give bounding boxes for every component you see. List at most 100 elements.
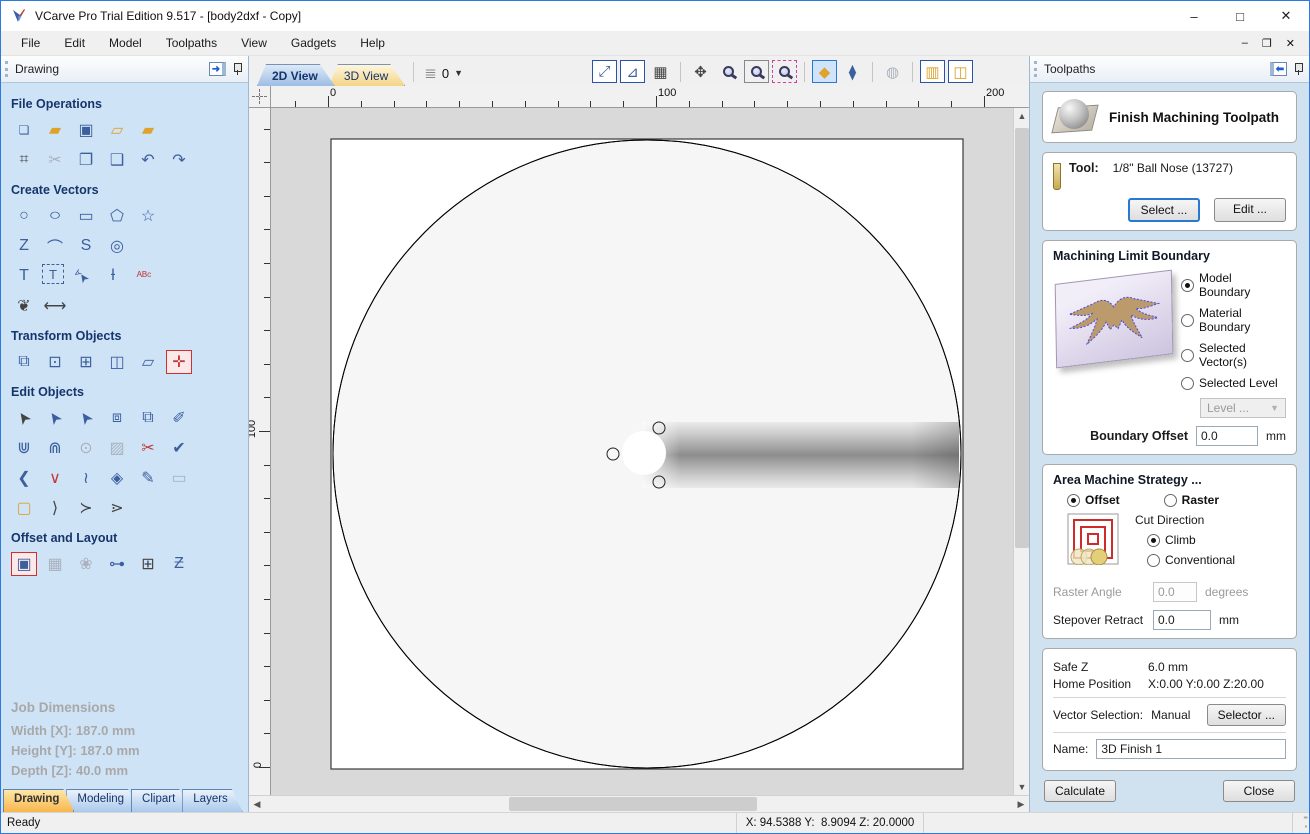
fit-curve-icon[interactable]: ≀ bbox=[73, 466, 99, 490]
mdi-restore-button[interactable]: ❐ bbox=[1262, 37, 1272, 50]
circular-copy-icon[interactable]: ❀ bbox=[73, 552, 99, 576]
toggle-2d-toolpaths-icon[interactable]: ◆ bbox=[812, 60, 837, 83]
menu-gadgets[interactable]: Gadgets bbox=[281, 33, 346, 53]
menu-view[interactable]: View bbox=[231, 33, 277, 53]
tab-layers[interactable]: Layers bbox=[182, 789, 243, 812]
minimize-button[interactable]: – bbox=[1171, 1, 1217, 31]
text-on-curve-icon[interactable]: ᴬᴮᶜ bbox=[131, 264, 157, 288]
toolpath-name-input[interactable]: 3D Finish 1 bbox=[1096, 739, 1286, 759]
pin-icon[interactable] bbox=[1293, 62, 1303, 76]
toolpath-drawing-icon[interactable]: ⧫ bbox=[840, 60, 865, 83]
undo-icon[interactable]: ↶ bbox=[135, 148, 161, 172]
vertical-scrollbar[interactable]: ▲ ▼ bbox=[1013, 108, 1029, 795]
mdi-close-button[interactable]: ✕ bbox=[1286, 37, 1295, 50]
scroll-down-icon[interactable]: ▼ bbox=[1014, 779, 1030, 795]
preview-toolpaths-icon[interactable]: ◍ bbox=[880, 60, 905, 83]
set-size-icon[interactable]: ⊡ bbox=[42, 350, 68, 374]
tab-2d-view[interactable]: 2D View bbox=[257, 64, 335, 86]
layer-selector[interactable]: ≣ 0 ▼ bbox=[424, 64, 463, 82]
trace-bitmap-icon[interactable]: ▢ bbox=[11, 496, 37, 520]
boundary-offset-input[interactable]: 0.0 bbox=[1196, 426, 1258, 446]
redo-icon[interactable]: ↷ bbox=[166, 148, 192, 172]
selector-button[interactable]: Selector ... bbox=[1206, 704, 1286, 726]
dock-arrow-icon[interactable]: ⬅ bbox=[1270, 62, 1287, 76]
dock-arrow-icon[interactable]: ➜ bbox=[209, 62, 226, 76]
scroll-left-icon[interactable]: ◀ bbox=[249, 796, 265, 812]
menu-model[interactable]: Model bbox=[99, 33, 152, 53]
open-file-icon[interactable]: ▰ bbox=[42, 118, 68, 142]
import-vectors-icon[interactable]: ▱ bbox=[104, 118, 130, 142]
zoom-to-drawing-icon[interactable]: ⊿ bbox=[620, 60, 645, 83]
fillet-icon[interactable]: ✔ bbox=[166, 436, 192, 460]
draw-curve-icon[interactable]: S bbox=[73, 234, 99, 258]
level-dropdown[interactable]: Level ... ▼ bbox=[1200, 398, 1286, 418]
ungroup-icon[interactable]: ⧉ bbox=[135, 406, 161, 430]
alignment-tools-icon[interactable]: ✛ bbox=[166, 350, 192, 374]
trim-vectors-icon[interactable]: ✂ bbox=[135, 436, 161, 460]
resize-grip[interactable]: ▪▪ ▪ bbox=[1293, 813, 1309, 833]
tool-edit-button[interactable]: Edit ... bbox=[1214, 198, 1286, 222]
horizontal-scroll-thumb[interactable] bbox=[509, 797, 757, 811]
pin-icon[interactable] bbox=[232, 62, 242, 76]
close-vector-icon[interactable]: ❮ bbox=[11, 466, 37, 490]
maximize-button[interactable]: □ bbox=[1217, 1, 1263, 31]
tab-clipart[interactable]: Clipart bbox=[131, 789, 190, 812]
selected-level-radio[interactable]: Selected Level bbox=[1181, 376, 1286, 390]
cut-icon[interactable]: ✂ bbox=[42, 148, 68, 172]
letter-spacing-icon[interactable]: Ɨ bbox=[100, 264, 126, 288]
tool-select-button[interactable]: Select ... bbox=[1128, 198, 1200, 222]
intersect-vectors-icon[interactable]: ⊙ bbox=[73, 436, 99, 460]
import-bitmap-icon[interactable]: ▰ bbox=[135, 118, 161, 142]
scroll-up-icon[interactable]: ▲ bbox=[1014, 108, 1030, 124]
paste-icon[interactable]: ❑ bbox=[104, 148, 130, 172]
draw-arc-icon[interactable]: ⌒ bbox=[42, 234, 68, 258]
menu-edit[interactable]: Edit bbox=[54, 33, 95, 53]
menu-file[interactable]: File bbox=[11, 33, 50, 53]
toggle-grid-icon[interactable]: ▦ bbox=[648, 60, 673, 83]
edit-text-icon[interactable]: ➤ᴬ bbox=[65, 258, 100, 293]
offset-vectors-icon[interactable]: ▣ bbox=[11, 552, 37, 576]
menu-help[interactable]: Help bbox=[350, 33, 395, 53]
copy-icon[interactable]: ❐ bbox=[73, 148, 99, 172]
move-selection-icon[interactable]: ⧉ bbox=[11, 350, 37, 374]
transform-cursor-icon[interactable]: ➤ bbox=[69, 400, 104, 435]
subtract-vectors-icon[interactable]: ⋒ bbox=[42, 436, 68, 460]
join-vectors-move-icon[interactable]: ⟩ bbox=[42, 496, 68, 520]
material-boundary-radio[interactable]: Material Boundary bbox=[1181, 306, 1286, 334]
horizontal-scrollbar[interactable]: ◀ ▶ bbox=[249, 795, 1029, 812]
copy-along-vectors-icon[interactable]: ⊶ bbox=[104, 552, 130, 576]
join-vectors-curve-icon[interactable]: ⋗ bbox=[104, 496, 130, 520]
fit-vectors-icon[interactable]: ∨ bbox=[42, 466, 68, 490]
new-file-icon[interactable]: ❏ bbox=[11, 118, 37, 142]
draw-vector-texture-icon[interactable]: ◎ bbox=[104, 234, 130, 258]
zoom-selected-icon[interactable] bbox=[772, 60, 797, 83]
calculate-button[interactable]: Calculate bbox=[1044, 780, 1117, 802]
drawing-canvas[interactable] bbox=[271, 108, 1013, 795]
nesting-icon[interactable]: ⊞ bbox=[135, 552, 161, 576]
align-centre-icon[interactable]: ⊞ bbox=[73, 350, 99, 374]
draw-star-icon[interactable]: ☆ bbox=[135, 204, 161, 228]
stepover-retract-input[interactable]: 0.0 bbox=[1153, 610, 1211, 630]
true-shape-nesting-icon[interactable]: Ƶ bbox=[166, 552, 192, 576]
menu-toolpaths[interactable]: Toolpaths bbox=[156, 33, 227, 53]
vector-validator-icon[interactable]: ▨ bbox=[104, 436, 130, 460]
zoom-interactive-icon[interactable] bbox=[716, 60, 741, 83]
dimensions-icon[interactable]: ⟷ bbox=[42, 294, 68, 318]
tab-3d-view[interactable]: 3D View bbox=[329, 64, 405, 86]
weld-vectors-icon[interactable]: ⋓ bbox=[11, 436, 37, 460]
panel-grip[interactable] bbox=[5, 61, 9, 77]
tab-modeling[interactable]: Modeling bbox=[66, 789, 139, 812]
fit-to-window-icon[interactable]: ⤢ bbox=[592, 60, 617, 83]
node-edit-cursor-icon[interactable]: ➤ bbox=[38, 400, 73, 435]
group-icon[interactable]: ⧈ bbox=[104, 406, 130, 430]
zoom-box-icon[interactable] bbox=[744, 60, 769, 83]
draw-ellipse-icon[interactable]: ○ bbox=[37, 204, 72, 228]
tab-drawing[interactable]: Drawing bbox=[3, 789, 74, 812]
panel-grip[interactable] bbox=[1034, 61, 1038, 77]
layout-side-by-side-icon[interactable]: ◫ bbox=[948, 60, 973, 83]
array-copy-icon[interactable]: ▦ bbox=[42, 552, 68, 576]
close-button[interactable]: ✕ bbox=[1263, 1, 1309, 31]
conventional-radio[interactable]: Conventional bbox=[1147, 553, 1235, 567]
scroll-right-icon[interactable]: ▶ bbox=[1013, 796, 1029, 812]
join-vectors-line-icon[interactable]: ≻ bbox=[73, 496, 99, 520]
